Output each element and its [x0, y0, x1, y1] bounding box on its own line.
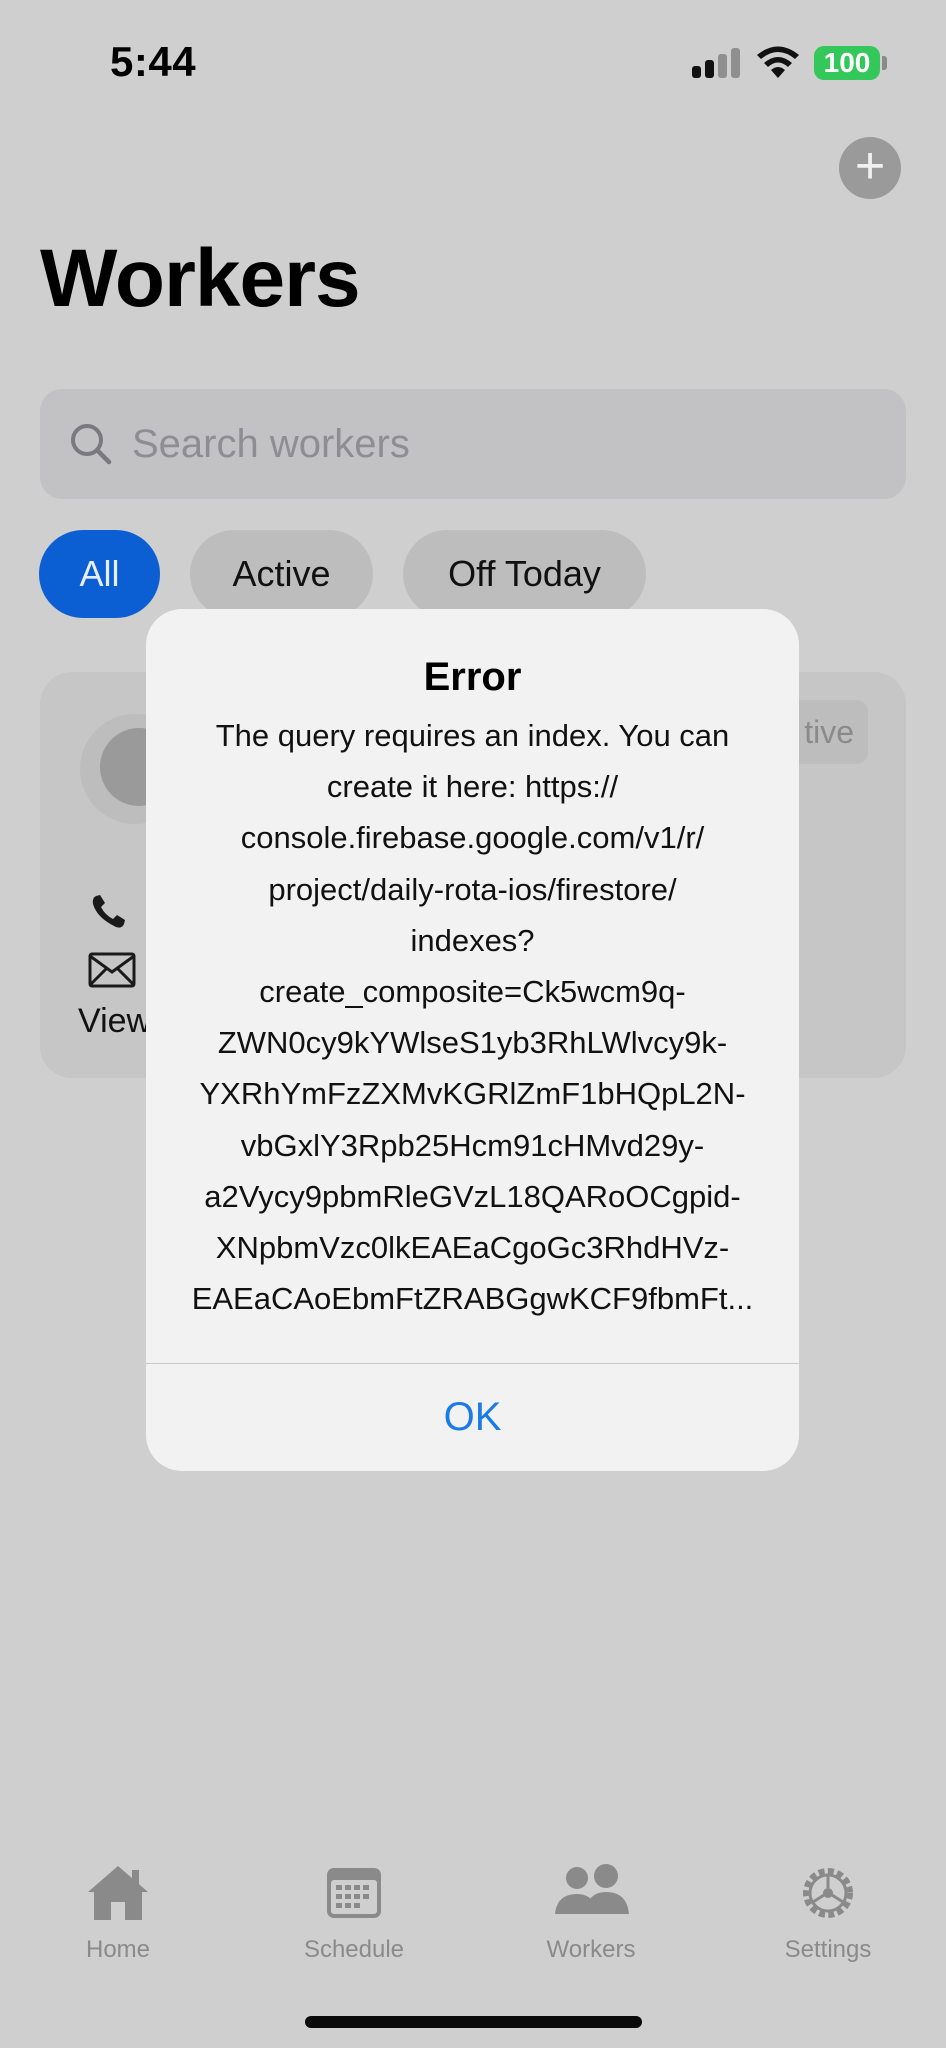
alert-message-line: a2Vycy9pbmRleGVzL18QARoOCgpid- [204, 1178, 741, 1214]
search-icon [71, 424, 112, 465]
wifi-icon [757, 46, 799, 78]
alert-message-line: ZWN0cy9kYWlseS1yb3RhLWlvcy9k- [217, 1025, 728, 1061]
alert-message: The query requires an index. You can cre… [166, 710, 779, 1324]
view-button-label[interactable]: View [78, 1002, 151, 1041]
cellular-signal-icon [692, 48, 740, 78]
mail-icon[interactable] [88, 952, 136, 988]
tab-workers-label: Workers [546, 1936, 636, 1963]
search-input[interactable] [132, 389, 872, 499]
home-indicator[interactable] [305, 2016, 642, 2028]
status-bar: 5:44 100 [0, 0, 946, 120]
tab-settings[interactable]: Settings [738, 1840, 918, 1970]
battery-cap [882, 56, 887, 70]
search-bar[interactable] [40, 389, 906, 499]
alert-message-line: XNpbmVzc0lkEAEaCgoGc3RhdHVz- [215, 1230, 730, 1266]
alert-message-line: EAEaCAoEbmFtZRABGgwKCF9fbmFt... [191, 1281, 754, 1317]
status-time: 5:44 [110, 38, 197, 85]
page-title: Workers [40, 233, 361, 324]
alert-message-line: vbGxlY3Rpb25Hcm91cHMvd29y- [240, 1127, 705, 1163]
alert-message-line: The query requires an index. You can [215, 718, 730, 753]
alert-message-line: console.firebase.google.com/v1/r/ [240, 820, 705, 856]
add-worker-button[interactable]: + [839, 137, 901, 199]
alert-title: Error [423, 655, 522, 699]
tab-schedule[interactable]: Schedule [264, 1840, 444, 1970]
tab-home-label: Home [85, 1936, 151, 1963]
filter-chip-active[interactable]: Active [190, 530, 373, 618]
alert-ok-button[interactable]: OK [146, 1364, 799, 1471]
people-icon [555, 1864, 629, 1914]
tab-home[interactable]: Home [28, 1840, 208, 1970]
tab-schedule-label: Schedule [303, 1936, 405, 1963]
battery-icon: 100 [814, 46, 880, 80]
phone-icon[interactable] [88, 892, 128, 932]
tab-workers[interactable]: Workers [501, 1840, 681, 1970]
error-alert-dialog: Error The query requires an index. You c… [146, 609, 799, 1471]
filter-chip-off-today[interactable]: Off Today [403, 530, 646, 618]
alert-message-line: project/daily-rota-ios/firestore/ [268, 871, 677, 907]
gear-icon [803, 1868, 853, 1918]
filter-chip-all[interactable]: All [39, 530, 160, 618]
alert-message-line: create_composite=Ck5wcm9q- [259, 974, 686, 1010]
alert-message-line: YXRhYmFzZXMvKGRlZmF1bHQpL2N- [199, 1076, 746, 1112]
alert-message-line: indexes? [410, 922, 535, 958]
tab-settings-label: Settings [784, 1936, 872, 1963]
plus-icon: + [854, 137, 886, 195]
house-icon [88, 1866, 148, 1920]
alert-message-line: create it here: https:// [326, 769, 619, 805]
calendar-icon [327, 1868, 381, 1918]
